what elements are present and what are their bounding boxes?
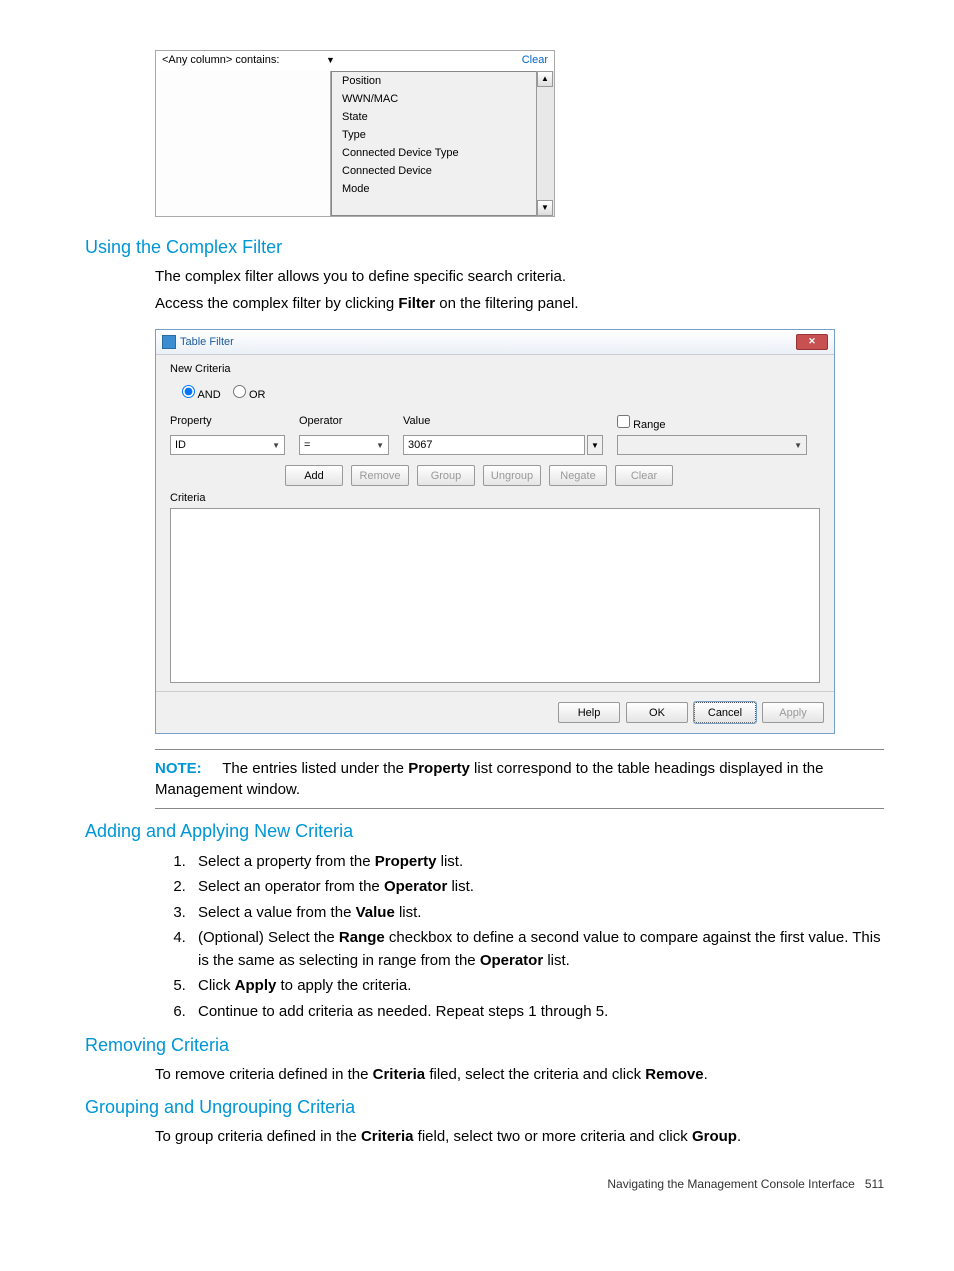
property-select[interactable]: ID▼ [170,435,285,455]
body-text: Access the complex filter by clicking Fi… [155,293,884,314]
scroll-down-icon[interactable]: ▼ [537,200,553,216]
section-heading-removing-criteria: Removing Criteria [85,1035,884,1056]
chevron-down-icon: ▼ [794,441,802,450]
close-icon[interactable]: ✕ [796,334,828,350]
filter-column-label[interactable]: <Any column> contains: [156,51,326,69]
step-item: Click Apply to apply the criteria. [190,974,884,997]
scrollbar[interactable]: ▲ ▼ [536,71,554,216]
help-button[interactable]: Help [558,702,620,723]
clear-button[interactable]: Clear [615,465,673,486]
section-heading-complex-filter: Using the Complex Filter [85,237,884,258]
range-select: ▼ [617,435,807,455]
chevron-down-icon: ▼ [272,441,280,450]
scroll-up-icon[interactable]: ▲ [537,71,553,87]
ok-button[interactable]: OK [626,702,688,723]
steps-list: Select a property from the Property list… [190,850,884,1023]
clear-link[interactable]: Clear [516,51,554,69]
ungroup-button[interactable]: Ungroup [483,465,541,486]
dropdown-arrow-icon[interactable]: ▼ [326,51,336,65]
page-footer: Navigating the Management Console Interf… [85,1177,884,1191]
footer-text: Navigating the Management Console Interf… [607,1177,854,1191]
or-radio[interactable]: OR [233,389,266,401]
dropdown-option[interactable]: Position [332,72,536,90]
section-heading-grouping-criteria: Grouping and Ungrouping Criteria [85,1097,884,1118]
text: Access the complex filter by clicking [155,295,398,312]
text-bold: Property [408,760,470,777]
body-text: To remove criteria defined in the Criter… [155,1064,884,1085]
body-text: The complex filter allows you to define … [155,266,884,287]
dropdown-option[interactable]: Connected Device [332,162,536,180]
app-icon [162,335,176,349]
chevron-down-icon[interactable]: ▼ [587,435,603,455]
dropdown-option[interactable]: WWN/MAC [332,90,536,108]
dropdown-option[interactable]: State [332,108,536,126]
step-item: (Optional) Select the Range checkbox to … [190,926,884,973]
body-text: To group criteria defined in the Criteri… [155,1126,884,1147]
group-button[interactable]: Group [417,465,475,486]
criteria-label: Criteria [170,492,820,504]
dropdown-option[interactable]: Type [332,126,536,144]
and-radio[interactable]: AND [182,389,221,401]
chevron-down-icon: ▼ [376,441,384,450]
filter-text-input[interactable] [156,71,331,216]
value-input[interactable] [403,435,585,455]
note-block: NOTE: The entries listed under the Prope… [155,749,884,809]
criteria-listbox[interactable] [170,508,820,683]
negate-button[interactable]: Negate [549,465,607,486]
value-label: Value [403,415,603,431]
column-dropdown-list[interactable]: Position WWN/MAC State Type Connected De… [331,71,536,216]
page-number: 511 [865,1177,884,1191]
operator-label: Operator [299,415,389,431]
remove-button[interactable]: Remove [351,465,409,486]
dialog-titlebar[interactable]: Table Filter ✕ [156,330,834,355]
text-bold: Filter [398,295,435,312]
dropdown-option[interactable]: Connected Device Type [332,144,536,162]
add-button[interactable]: Add [285,465,343,486]
filter-dropdown-screenshot: <Any column> contains: ▼ Clear Position … [155,50,555,217]
note-label: NOTE: [155,760,202,777]
new-criteria-label: New Criteria [170,363,820,375]
step-item: Select a property from the Property list… [190,850,884,873]
step-item: Continue to add criteria as needed. Repe… [190,1000,884,1023]
apply-button[interactable]: Apply [762,702,824,723]
dialog-title: Table Filter [180,336,234,348]
text: on the filtering panel. [435,295,578,312]
range-checkbox[interactable] [617,415,630,428]
property-label: Property [170,415,285,431]
range-label: Range [617,415,807,431]
step-item: Select a value from the Value list. [190,901,884,924]
table-filter-dialog: Table Filter ✕ New Criteria AND OR Prope… [155,329,835,734]
operator-select[interactable]: =▼ [299,435,389,455]
step-item: Select an operator from the Operator lis… [190,875,884,898]
cancel-button[interactable]: Cancel [694,702,756,723]
dropdown-option[interactable]: Mode [332,180,536,198]
text: The entries listed under the [222,760,408,777]
section-heading-adding-criteria: Adding and Applying New Criteria [85,821,884,842]
